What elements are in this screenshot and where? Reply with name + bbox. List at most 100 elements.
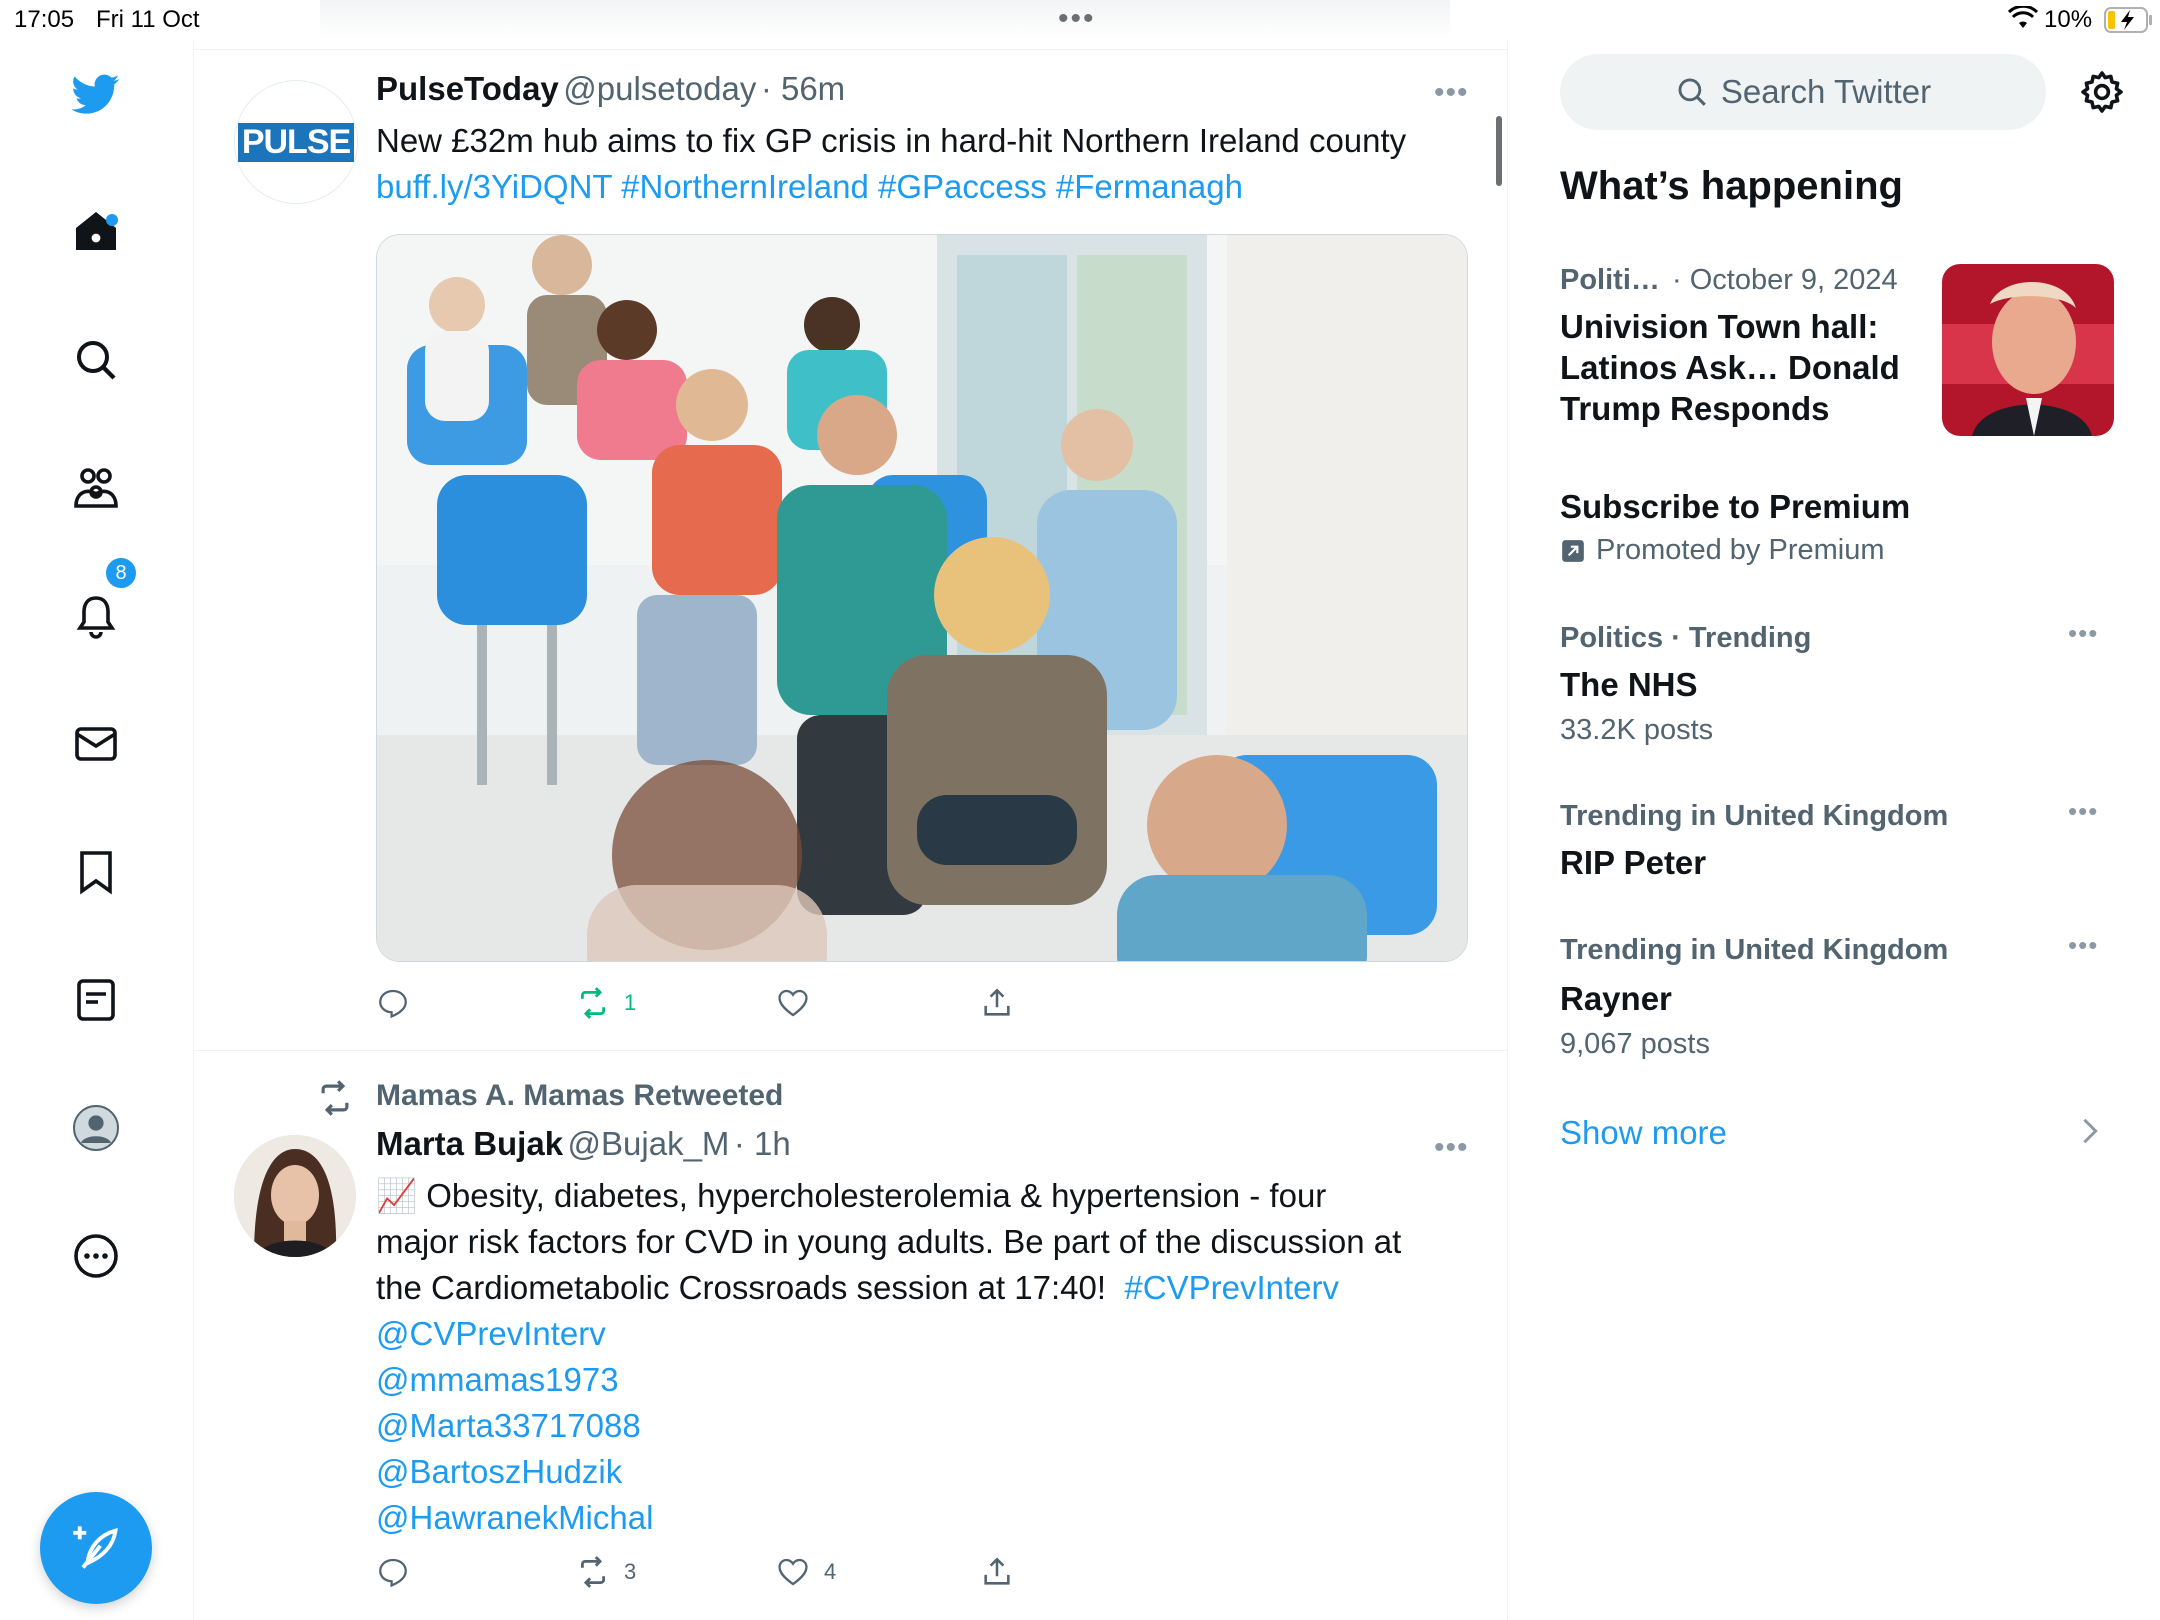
show-more-label: Show more (1560, 1114, 1727, 1151)
more-icon[interactable] (68, 1228, 124, 1284)
reply-button[interactable] (376, 986, 424, 1020)
author-name[interactable]: Marta Bujak (376, 1125, 563, 1162)
trend-date: · October 9, 2024 (1672, 264, 1898, 296)
trend-item-rip-peter[interactable]: Trending in United Kingdom RIP Peter ••• (1560, 796, 2120, 906)
retweet-count: 1 (624, 990, 637, 1015)
pulse-avatar[interactable]: PULSE (234, 80, 358, 204)
search-placeholder: Search Twitter (1720, 73, 1932, 110)
trend-item-rayner[interactable]: Trending in United Kingdom Rayner 9,067 … (1560, 930, 2120, 1080)
tweet-media-image[interactable] (376, 234, 1468, 962)
author-name[interactable]: PulseToday (376, 70, 559, 107)
promoted-icon (1560, 538, 1586, 569)
trend-category: Politi… (1560, 264, 1660, 296)
tweet-time[interactable]: · 56m (761, 70, 845, 107)
trend-thumbnail-image (1942, 264, 2114, 436)
trend-title: The NHS (1560, 666, 1698, 703)
trend-more-icon[interactable]: ••• (2068, 930, 2098, 961)
home-icon[interactable] (68, 204, 124, 260)
tweet-text: 📈 Obesity, diabetes, hypercholesterolemi… (376, 1173, 1466, 1541)
mention-link[interactable]: @BartoszHudzik (376, 1449, 1466, 1495)
status-bar: 17:05 Fri 11 Oct ••• 10% (0, 0, 2160, 40)
trend-title: Subscribe to Premium (1560, 488, 1911, 525)
timeline-feed[interactable]: PULSE PulseToday @pulsetoday · 56m ••• N… (194, 40, 1508, 1620)
search-input[interactable]: Search Twitter (1560, 54, 2046, 130)
share-button[interactable] (980, 986, 1014, 1020)
tweet-card[interactable]: PULSE PulseToday @pulsetoday · 56m ••• N… (194, 50, 1507, 1050)
tweet-text: New £32m hub aims to fix GP crisis in ha… (376, 122, 1407, 159)
notifications-icon[interactable] (68, 588, 124, 644)
settings-gear-icon[interactable] (2078, 68, 2126, 121)
multitask-dots-icon[interactable]: ••• (1058, 2, 1096, 36)
wifi-icon (2007, 4, 2039, 35)
reply-button[interactable] (376, 1555, 424, 1589)
retweet-count: 3 (624, 1559, 637, 1584)
tweet-text-line: major risk factors for CVD in young adul… (376, 1223, 1402, 1260)
tweet-more-icon[interactable]: ••• (1434, 1131, 1469, 1165)
reply-icon (379, 1558, 407, 1588)
battery-percent: 10% (2044, 6, 2093, 33)
messages-icon[interactable] (68, 716, 124, 772)
trend-post-count: 33.2K posts (1560, 714, 1714, 746)
like-button[interactable] (776, 986, 824, 1020)
top-handle-bar (320, 0, 1450, 40)
tweet-header: PulseToday @pulsetoday · 56m (376, 70, 845, 108)
trend-title: Univision Town hall: Latinos Ask… Donald… (1560, 308, 1900, 427)
feed-scrollbar[interactable] (1496, 116, 1502, 186)
retweet-button[interactable]: 3 (576, 1555, 636, 1589)
retweet-icon (580, 1556, 606, 1588)
promoted-premium-item[interactable]: Subscribe to Premium Promoted by Premium (1560, 482, 2120, 602)
show-more-link[interactable]: Show more (1560, 1110, 2120, 1170)
mention-link[interactable]: @CVPrevInterv (376, 1311, 1466, 1357)
retweeted-by-label[interactable]: Mamas A. Mamas Retweeted (376, 1079, 783, 1113)
retweet-button[interactable]: 1 (576, 986, 636, 1020)
whats-happening-heading: What’s happening (1560, 164, 1903, 208)
share-icon (984, 1557, 1010, 1585)
twitter-logo-icon[interactable] (68, 66, 124, 122)
tweet-card[interactable]: Mamas A. Mamas Retweeted Marta Bujak @Bu… (194, 1051, 1507, 1620)
hashtag-link[interactable]: #CVPrevInterv (1124, 1269, 1339, 1306)
tweet-text-line: 📈 Obesity, diabetes, hypercholesterolemi… (376, 1177, 1327, 1214)
mention-link[interactable]: @HawranekMichal (376, 1495, 1466, 1541)
communities-icon[interactable] (68, 460, 124, 516)
author-handle[interactable]: @Bujak_M (568, 1125, 730, 1162)
tweet-header: Marta Bujak @Bujak_M · 1h (376, 1125, 791, 1163)
search-icon (1678, 78, 1706, 106)
profile-icon[interactable] (68, 1100, 124, 1156)
share-button[interactable] (980, 1555, 1014, 1589)
battery-charging-icon (2104, 7, 2154, 38)
tweet-time[interactable]: · 1h (734, 1125, 791, 1162)
promoted-label: Promoted by Premium (1596, 534, 1885, 566)
tweet-links[interactable]: buff.ly/3YiDQNT #NorthernIreland #GPacce… (376, 164, 1243, 210)
lists-icon[interactable] (68, 972, 124, 1028)
retweet-context-icon (316, 1079, 354, 1122)
right-sidebar: Search Twitter What’s happening Politi… … (1508, 40, 2160, 1620)
tweet-more-icon[interactable]: ••• (1434, 76, 1469, 110)
share-icon (984, 988, 1010, 1016)
notifications-badge: 8 (104, 556, 138, 590)
bookmarks-icon[interactable] (68, 844, 124, 900)
tweet-text-line: the Cardiometabolic Crossroads session a… (376, 1269, 1339, 1306)
left-navigation: 8 (0, 40, 194, 1620)
trend-title: RIP Peter (1560, 844, 1707, 881)
trend-category: Trending in United Kingdom (1560, 800, 1949, 832)
trend-post-count: 9,067 posts (1560, 1028, 1710, 1060)
trend-title: Rayner (1560, 980, 1672, 1017)
home-unread-dot (106, 214, 118, 226)
trend-category: Trending in United Kingdom (1560, 934, 1949, 966)
explore-icon[interactable] (68, 332, 124, 388)
mention-link[interactable]: @mmamas1973 (376, 1357, 1466, 1403)
status-date: Fri 11 Oct (96, 6, 200, 33)
trend-category: Politics · Trending (1560, 622, 1812, 654)
trend-item-town-hall[interactable]: Politi… · October 9, 2024 Univision Town… (1560, 260, 2120, 480)
heart-icon (778, 989, 808, 1017)
status-time: 17:05 (14, 6, 75, 33)
trend-more-icon[interactable]: ••• (2068, 796, 2098, 827)
trend-item-nhs[interactable]: Politics · Trending The NHS 33.2K posts … (1560, 618, 2120, 768)
compose-button[interactable] (40, 1492, 152, 1604)
mention-link[interactable]: @Marta33717088 (376, 1403, 1466, 1449)
marta-avatar[interactable] (234, 1135, 356, 1257)
compose-feather-icon (73, 1526, 118, 1569)
trend-more-icon[interactable]: ••• (2068, 618, 2098, 649)
like-button[interactable]: 4 (776, 1555, 836, 1589)
author-handle[interactable]: @pulsetoday (563, 70, 756, 107)
